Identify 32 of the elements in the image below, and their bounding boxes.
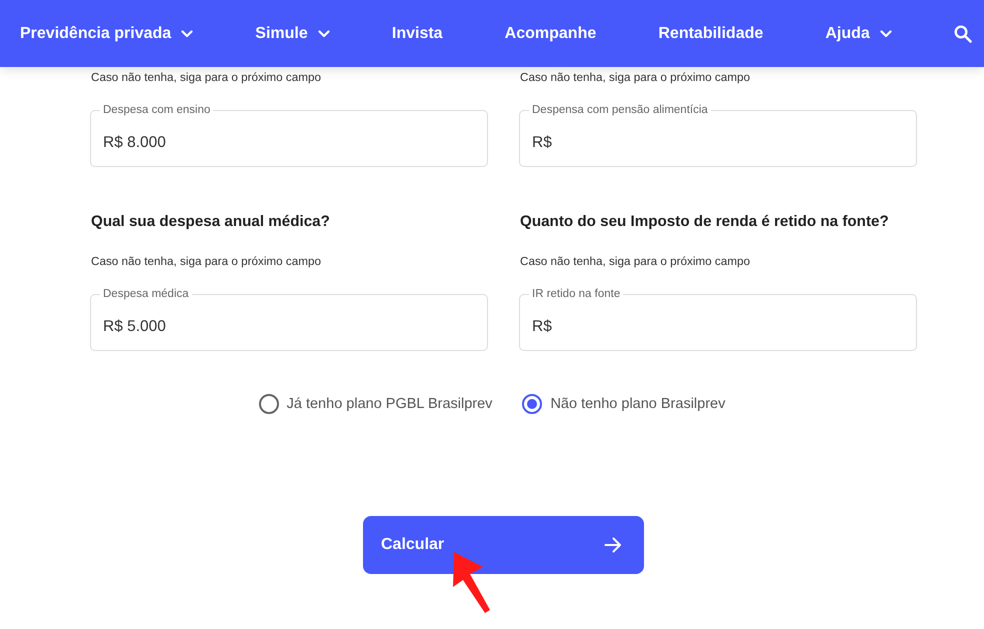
search-icon[interactable] — [954, 24, 972, 42]
currency-input-field[interactable]: Despesa médica R$ 5.000 — [90, 287, 488, 351]
floating-label: IR retido na fonte — [531, 287, 622, 301]
field-value: R$ 8.000 — [103, 134, 166, 152]
nav-link[interactable]: Previdência privada — [20, 24, 194, 42]
question-heading: Quanto do seu Imposto de renda é retido na fonte? — [520, 212, 889, 232]
pointer-arrow-annotation — [452, 552, 490, 614]
radio-option[interactable]: Já tenho plano PGBL Brasilprev — [258, 393, 492, 415]
floating-label: Despesa médica — [102, 287, 190, 301]
field-value: R$ — [532, 318, 552, 336]
currency-input-field[interactable]: Despesa com ensino R$ 8.000 — [90, 103, 488, 167]
hint-text: Caso não tenha, siga para o próximo campo — [520, 254, 750, 270]
currency-input-field[interactable]: IR retido na fonte R$ — [519, 287, 917, 351]
question-heading: Qual sua despesa anual médica? — [91, 212, 330, 232]
radio-button-icon[interactable] — [522, 394, 542, 414]
currency-input-field[interactable]: Despensa com pensão alimentícia R$ — [519, 103, 917, 167]
hint-text: Caso não tenha, siga para o próximo campo — [91, 70, 321, 86]
nav-link[interactable]: Invista — [392, 24, 443, 42]
floating-label: Despensa com pensão alimentícia — [531, 103, 709, 117]
floating-label: Despesa com ensino — [102, 103, 212, 117]
hint-text: Caso não tenha, siga para o próximo campo — [520, 70, 750, 86]
nav-link[interactable]: Simule — [255, 24, 330, 42]
arrow-right-icon — [604, 537, 622, 553]
radio-option[interactable]: Não tenho plano Brasilprev — [522, 393, 726, 415]
hint-text: Caso não tenha, siga para o próximo campo — [91, 254, 321, 270]
nav-link[interactable]: Rentabilidade — [658, 24, 764, 42]
calculate-button[interactable]: Calcular — [363, 516, 644, 574]
nav-link[interactable]: Acompanhe — [504, 24, 596, 42]
nav-link[interactable]: Ajuda — [825, 24, 892, 42]
radio-button-icon[interactable] — [258, 394, 279, 414]
field-value: R$ 5.000 — [103, 318, 166, 336]
field-value: R$ — [532, 134, 552, 152]
